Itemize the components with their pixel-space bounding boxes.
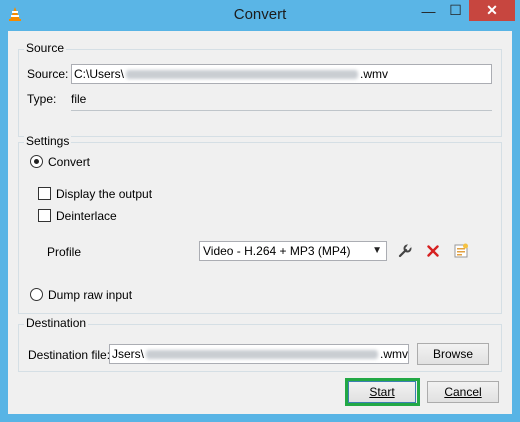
new-profile-icon	[454, 243, 468, 258]
title-bar[interactable]: Convert — ☐ ✕	[0, 0, 520, 30]
settings-group: Settings Convert Display the output Dein…	[18, 134, 502, 314]
dump-raw-radio[interactable]	[30, 288, 43, 301]
source-group-label: Source	[24, 41, 67, 55]
dialog-body: Source Source: C:\Users\ .wmv Type: file…	[8, 31, 512, 414]
source-label: Source:	[27, 67, 69, 81]
deinterlace-label[interactable]: Deinterlace	[56, 209, 117, 223]
settings-group-label: Settings	[24, 134, 72, 148]
type-label: Type:	[27, 92, 57, 106]
radio-selected-dot	[34, 159, 39, 164]
start-highlight-box	[345, 378, 420, 406]
source-path-prefix: C:\Users\	[74, 67, 125, 81]
type-value: file	[71, 92, 87, 106]
profile-selected-value: Video - H.264 + MP3 (MP4)	[203, 244, 351, 258]
destination-path-prefix: Jsers\	[112, 347, 145, 361]
redacted-path	[126, 69, 359, 79]
source-divider	[71, 110, 492, 111]
destination-group: Destination Destination file: Jsers\ .wm…	[18, 316, 502, 372]
display-output-label[interactable]: Display the output	[56, 187, 152, 201]
browse-button[interactable]: Browse	[417, 343, 489, 365]
edit-profile-button[interactable]	[394, 240, 416, 262]
destination-path-suffix: .wmv	[380, 347, 408, 361]
source-path-suffix: .wmv	[360, 67, 389, 81]
source-group: Source Source: C:\Users\ .wmv Type: file	[18, 41, 502, 137]
convert-radio-label[interactable]: Convert	[48, 155, 90, 169]
cancel-button-label: Cancel	[444, 385, 482, 399]
destination-file-input[interactable]: Jsers\ .wmv	[109, 344, 409, 364]
destination-group-label: Destination	[24, 316, 89, 330]
deinterlace-checkbox[interactable]	[38, 209, 51, 222]
profile-label: Profile	[47, 245, 82, 259]
display-output-checkbox[interactable]	[38, 187, 51, 200]
convert-radio[interactable]	[30, 155, 43, 168]
destination-file-label: Destination file:	[28, 348, 111, 362]
dump-raw-label[interactable]: Dump raw input	[48, 288, 132, 302]
dropdown-arrow-icon: ▼	[372, 245, 382, 256]
cancel-button[interactable]: Cancel	[427, 381, 499, 403]
profile-select[interactable]: Video - H.264 + MP3 (MP4) ▼	[199, 241, 387, 261]
maximize-button[interactable]: ☐	[442, 0, 469, 21]
delete-icon	[427, 245, 439, 257]
close-button[interactable]: ✕	[469, 0, 515, 21]
wrench-icon	[398, 244, 412, 258]
new-profile-button[interactable]	[450, 240, 472, 262]
source-input[interactable]: C:\Users\ .wmv	[71, 64, 492, 84]
redacted-path	[146, 349, 378, 359]
delete-profile-button[interactable]	[422, 240, 444, 262]
minimize-button[interactable]: —	[415, 0, 442, 21]
convert-dialog: Convert — ☐ ✕ Source Source: C:\Users\ .…	[0, 0, 520, 422]
